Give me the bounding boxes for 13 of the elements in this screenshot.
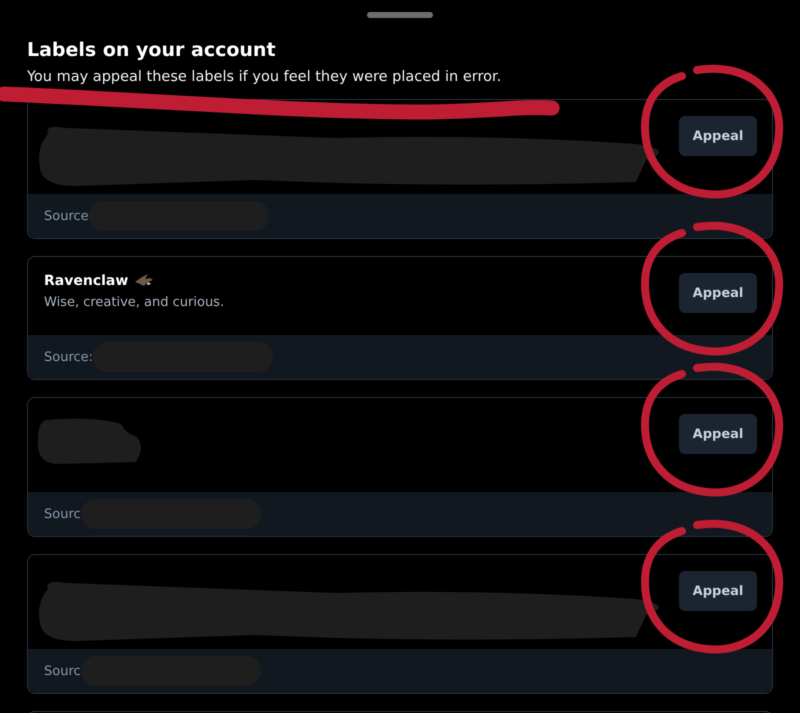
appeal-button[interactable]: Appeal — [679, 116, 757, 156]
sheet-subtitle: You may appeal these labels if you feel they were placed in error. — [27, 68, 502, 87]
appeal-button[interactable]: Appeal — [679, 273, 757, 313]
source-label: Source — [44, 208, 89, 224]
drag-handle[interactable] — [367, 12, 433, 18]
appeal-button[interactable]: Appeal — [679, 414, 757, 454]
label-name: Ravenclaw — [44, 273, 128, 289]
label-description: Wise, creative, and curious. — [44, 295, 226, 310]
source-label: Source: — [44, 350, 94, 364]
appeal-button[interactable]: Appeal — [679, 571, 757, 611]
source-label: Sourc — [44, 664, 81, 678]
source-label: Sourc — [44, 506, 81, 522]
sheet-title: Labels on your account — [27, 38, 277, 63]
